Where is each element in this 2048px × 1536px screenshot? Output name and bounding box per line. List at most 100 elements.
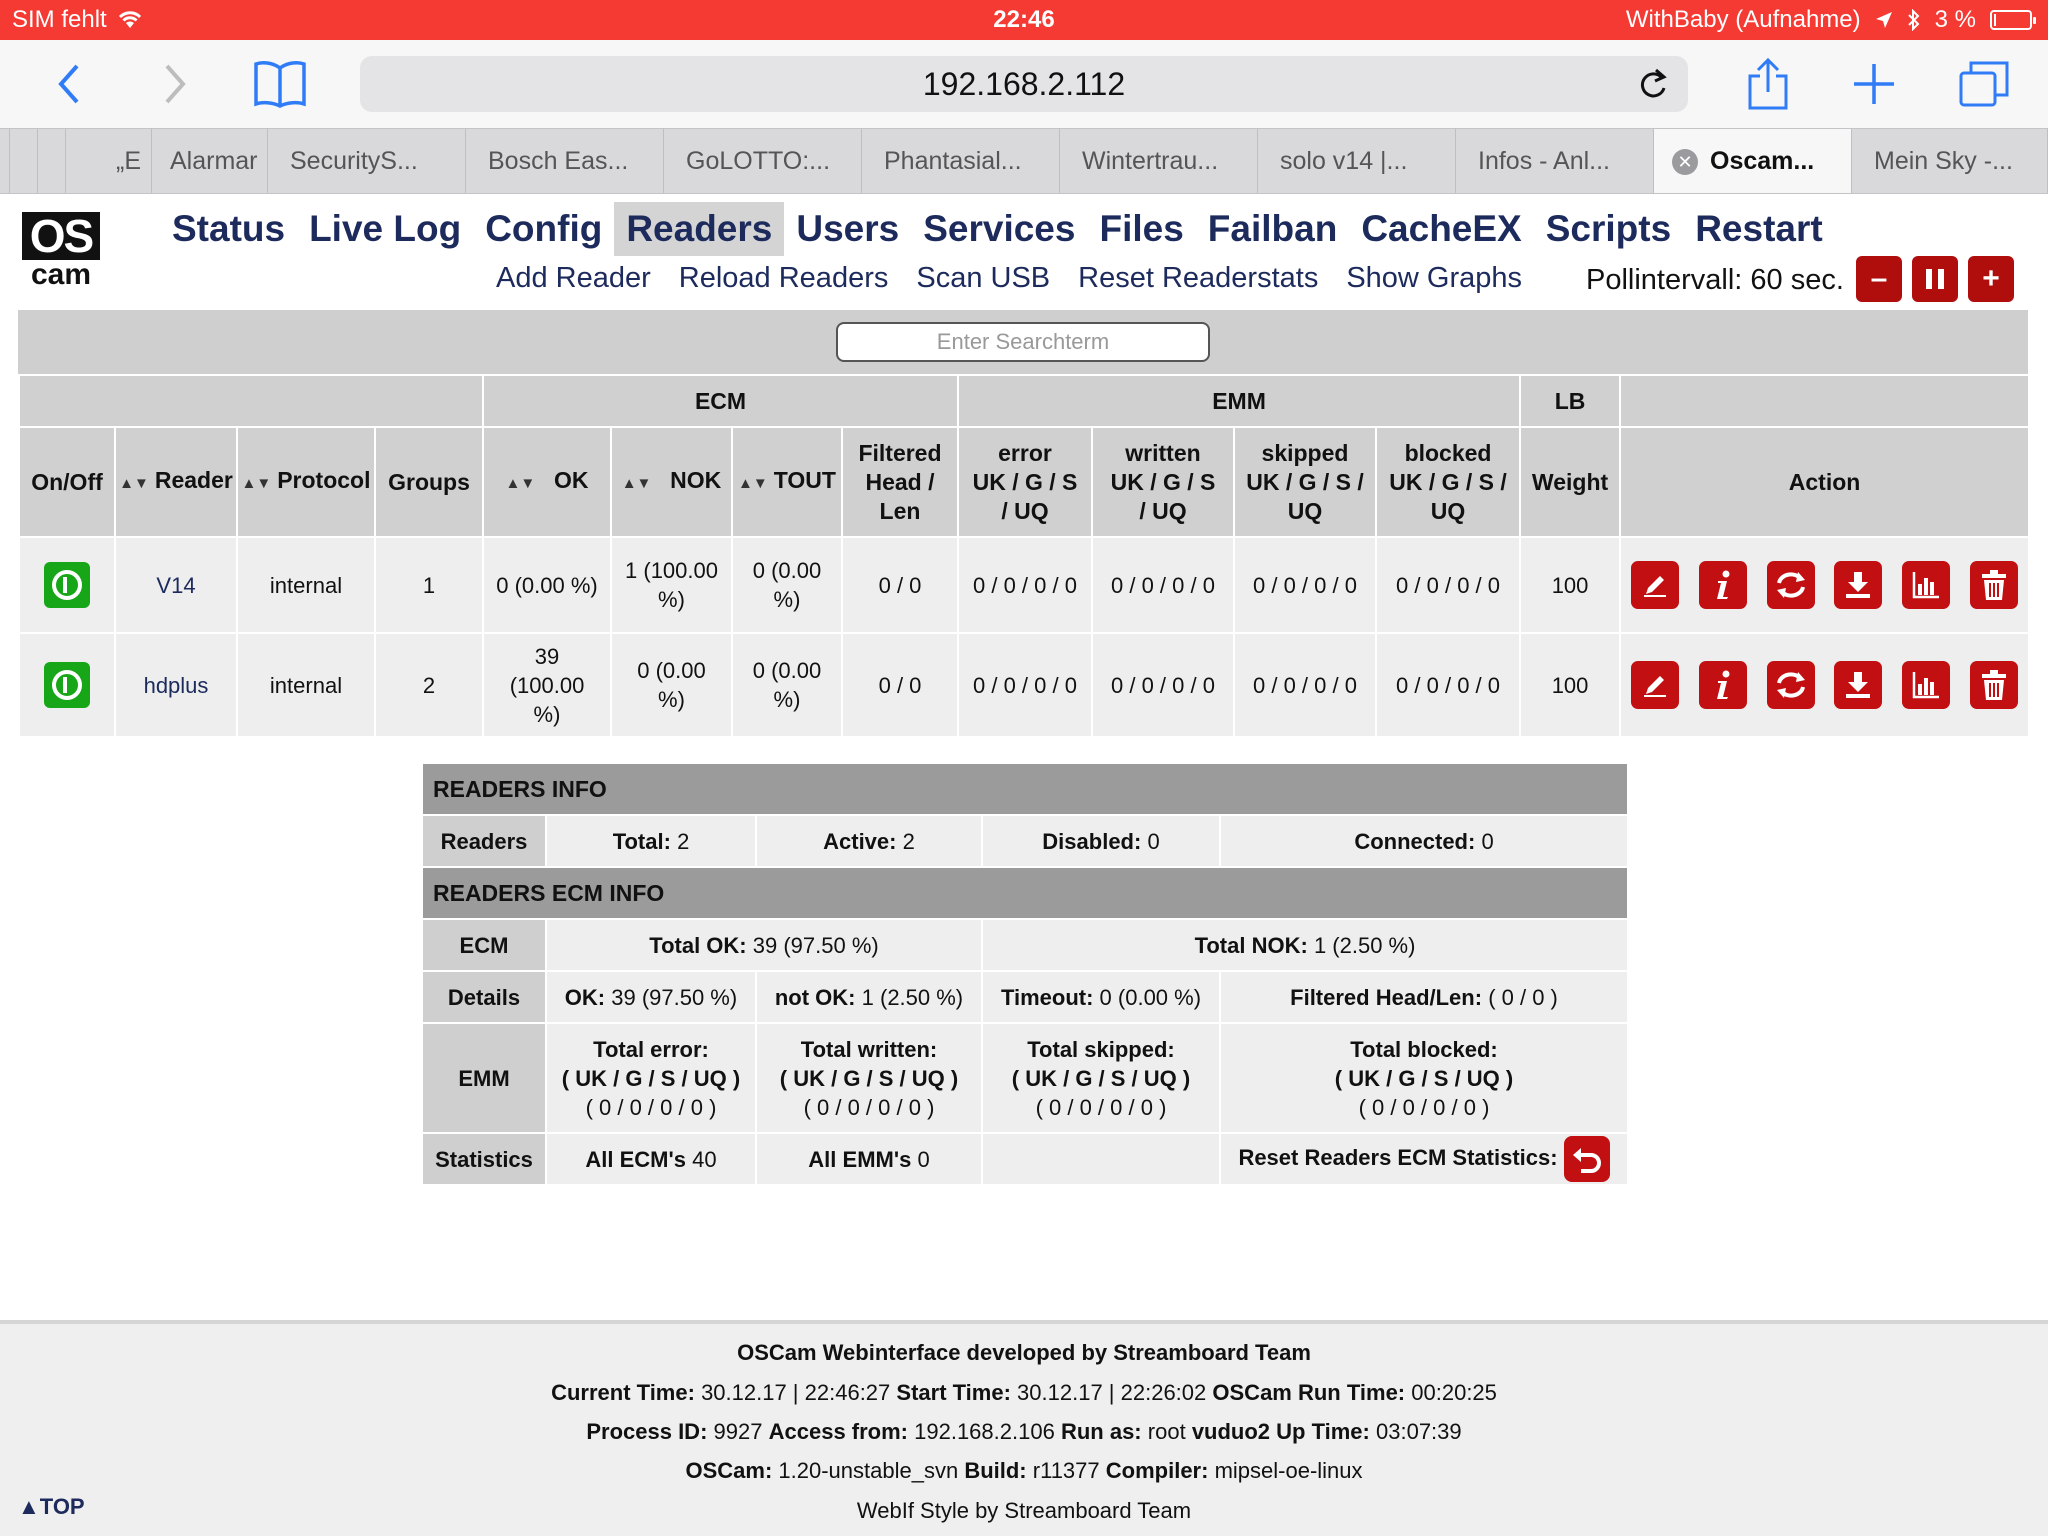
- details-filtered: Filtered Head/Len: ( 0 / 0 ): [1218, 970, 1630, 1024]
- tabs-overview-icon[interactable]: [1954, 54, 2014, 114]
- reader-name-link[interactable]: hdplus: [144, 673, 209, 698]
- active-readers: Active: 2: [755, 814, 983, 868]
- menu-cacheex[interactable]: CacheEX: [1349, 202, 1533, 256]
- col-emm-error: error UK / G / S / UQ: [957, 426, 1093, 538]
- browser-tab[interactable]: „E: [66, 129, 152, 193]
- refresh-icon[interactable]: [1766, 661, 1815, 709]
- ecm-label: ECM: [421, 918, 547, 972]
- browser-tab[interactable]: Infos - Anl...: [1456, 129, 1654, 193]
- browser-toolbar: 192.168.2.112: [0, 40, 2048, 128]
- url-bar[interactable]: 192.168.2.112: [360, 56, 1688, 112]
- readers-info-title: READERS INFO: [420, 762, 1630, 816]
- reset-readerstats-link[interactable]: Reset Readerstats: [1078, 262, 1318, 295]
- emm-total-error: Total error:( UK / G / S / UQ )( 0 / 0 /…: [545, 1022, 757, 1134]
- emm-blocked-cell: 0 / 0 / 0 / 0: [1374, 632, 1522, 738]
- sort-icon: ▲▼: [119, 475, 149, 492]
- battery-percent: 3 %: [1934, 6, 1976, 33]
- new-tab-icon[interactable]: [1844, 54, 1904, 114]
- oscam-logo[interactable]: OS cam: [22, 212, 100, 290]
- refresh-icon[interactable]: [1766, 561, 1815, 609]
- menu-config[interactable]: Config: [473, 202, 614, 256]
- col-nok[interactable]: ▲▼ NOK: [610, 426, 733, 538]
- browser-tab[interactable]: Alarmar: [152, 129, 268, 193]
- browser-tab[interactable]: GoLOTTO:...: [664, 129, 862, 193]
- reload-icon[interactable]: [1636, 66, 1670, 110]
- menu-restart[interactable]: Restart: [1683, 202, 1835, 256]
- protocol-cell: internal: [236, 536, 376, 634]
- browser-tab[interactable]: Phantasial...: [862, 129, 1060, 193]
- add-reader-link[interactable]: Add Reader: [496, 262, 651, 295]
- groups-cell: 1: [374, 536, 484, 634]
- col-action: Action: [1619, 426, 2031, 538]
- emm-total-written: Total written:( UK / G / S / UQ )( 0 / 0…: [755, 1022, 983, 1134]
- download-icon[interactable]: [1834, 561, 1883, 609]
- footer-process: Process ID: 9927 Access from: 192.168.2.…: [586, 1419, 1462, 1444]
- download-icon[interactable]: [1834, 661, 1883, 709]
- menu-scripts[interactable]: Scripts: [1534, 202, 1683, 256]
- poll-interval-label: Pollintervall: 60 sec.: [1586, 264, 1844, 296]
- menu-users[interactable]: Users: [784, 202, 911, 256]
- close-tab-icon[interactable]: ✕: [1672, 149, 1698, 175]
- browser-tab[interactable]: SecurityS...: [268, 129, 466, 193]
- reader-name-link[interactable]: V14: [156, 573, 195, 598]
- col-emm-skipped: skipped UK / G / S / UQ: [1233, 426, 1377, 538]
- bookmarks-icon[interactable]: [250, 54, 310, 114]
- browser-tab[interactable]: Mein Sky -...: [1852, 129, 2048, 193]
- tout-cell: 0 (0.00%): [731, 632, 843, 738]
- menu-files[interactable]: Files: [1087, 202, 1195, 256]
- tab-edge: [38, 129, 66, 193]
- back-to-top-link[interactable]: ▲TOP: [18, 1494, 85, 1520]
- total-nok: Total NOK: 1 (2.50 %): [980, 918, 1630, 972]
- readers-table: ECM EMM LB On/Off ▲▼ Reader ▲▼ Protocol Gr…: [18, 374, 2031, 738]
- filtered-cell: 0 / 0: [841, 536, 959, 634]
- menu-failban[interactable]: Failban: [1196, 202, 1350, 256]
- browser-tab[interactable]: Bosch Eas...: [466, 129, 664, 193]
- footer-style: WebIf Style by Streamboard Team: [856, 1498, 1192, 1523]
- browser-tab[interactable]: solo v14 |...: [1258, 129, 1456, 193]
- reload-readers-link[interactable]: Reload Readers: [679, 262, 889, 295]
- menu-live-log[interactable]: Live Log: [297, 202, 473, 256]
- col-protocol[interactable]: ▲▼ Protocol: [236, 426, 376, 538]
- menu-services[interactable]: Services: [911, 202, 1087, 256]
- groups-cell: 2: [374, 632, 484, 738]
- logo-os: OS: [22, 212, 100, 260]
- total-readers: Total: 2: [545, 814, 757, 868]
- col-emm-blocked: blocked UK / G / S / UQ: [1374, 426, 1522, 538]
- col-ok[interactable]: ▲▼ OK: [482, 426, 612, 538]
- power-toggle-icon[interactable]: [44, 562, 90, 608]
- footer: OSCam Webinterface developed by Streambo…: [0, 1320, 2048, 1536]
- reader-cell: V14: [114, 536, 238, 634]
- ecm-info-title: READERS ECM INFO: [420, 866, 1630, 920]
- edit-icon[interactable]: [1630, 661, 1679, 709]
- graph-icon[interactable]: [1902, 561, 1951, 609]
- poll-decrease-button[interactable]: –: [1856, 256, 1902, 302]
- share-icon[interactable]: [1738, 54, 1798, 114]
- delete-icon[interactable]: [1970, 661, 2019, 709]
- power-toggle-icon[interactable]: [44, 662, 90, 708]
- show-graphs-link[interactable]: Show Graphs: [1346, 262, 1522, 295]
- menu-status[interactable]: Status: [160, 202, 297, 256]
- statistics-label: Statistics: [421, 1132, 547, 1186]
- poll-pause-button[interactable]: [1912, 256, 1958, 302]
- delete-icon[interactable]: [1970, 561, 2019, 609]
- reset-stats-icon[interactable]: [1563, 1136, 1610, 1182]
- forward-icon[interactable]: [144, 54, 204, 114]
- edit-icon[interactable]: [1630, 561, 1679, 609]
- table-row: V14 internal 1 0 (0.00 %) 1 (100.00%) 0 …: [18, 536, 2031, 634]
- col-tout[interactable]: ▲▼ TOUT: [731, 426, 843, 538]
- browser-tab[interactable]: Wintertrau...: [1060, 129, 1258, 193]
- info-icon[interactable]: [1698, 661, 1747, 709]
- info-icon[interactable]: [1698, 561, 1747, 609]
- browser-tab-active[interactable]: ✕ Oscam...: [1654, 129, 1852, 193]
- search-input[interactable]: [836, 322, 1210, 362]
- bluetooth-icon: [1907, 9, 1920, 31]
- poll-increase-button[interactable]: +: [1968, 256, 2014, 302]
- total-ok: Total OK: 39 (97.50 %): [545, 918, 983, 972]
- menu-readers[interactable]: Readers: [614, 202, 785, 256]
- scan-usb-link[interactable]: Scan USB: [916, 262, 1050, 295]
- back-icon[interactable]: [40, 54, 100, 114]
- graph-icon[interactable]: [1902, 661, 1951, 709]
- protocol-cell: internal: [236, 632, 376, 738]
- col-reader[interactable]: ▲▼ Reader: [114, 426, 238, 538]
- sort-icon: ▲▼: [505, 475, 536, 492]
